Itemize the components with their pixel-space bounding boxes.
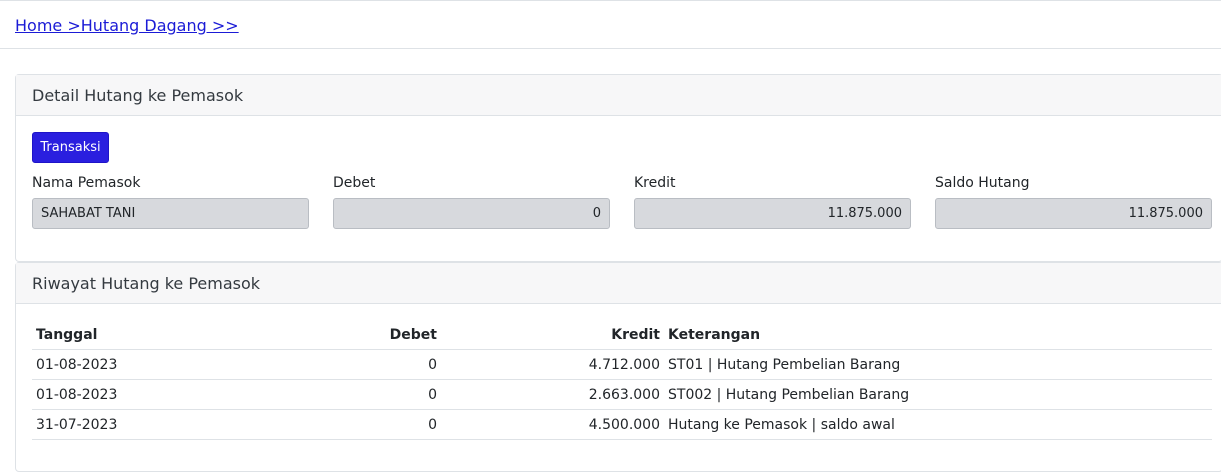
column-header-keterangan: Keterangan bbox=[664, 319, 1212, 350]
kredit-label: Kredit bbox=[634, 175, 676, 191]
history-card: Riwayat Hutang ke Pemasok Tanggal Debet … bbox=[15, 262, 1221, 472]
cell-kredit: 4.500.000 bbox=[441, 409, 664, 440]
cell-debet: 0 bbox=[255, 379, 441, 410]
transaksi-button[interactable]: Transaksi bbox=[32, 132, 109, 163]
column-header-debet: Debet bbox=[255, 319, 441, 350]
table-row: 01-08-2023 0 4.712.000 ST01 | Hutang Pem… bbox=[32, 349, 1212, 380]
table-row: 31-07-2023 0 4.500.000 Hutang ke Pemasok… bbox=[32, 409, 1212, 440]
history-table: Tanggal Debet Kredit Keterangan 01-08-20… bbox=[32, 319, 1212, 440]
detail-card: Detail Hutang ke Pemasok Transaksi Nama … bbox=[15, 74, 1221, 262]
cell-debet: 0 bbox=[255, 349, 441, 380]
debet-label: Debet bbox=[333, 175, 376, 191]
nama-pemasok-input[interactable] bbox=[32, 198, 309, 229]
table-header-row: Tanggal Debet Kredit Keterangan bbox=[32, 319, 1212, 350]
kredit-input[interactable] bbox=[634, 198, 911, 229]
nama-pemasok-field: Nama Pemasok bbox=[32, 175, 309, 229]
kredit-field: Kredit bbox=[634, 175, 911, 229]
cell-debet: 0 bbox=[255, 409, 441, 440]
breadcrumb[interactable]: Home >Hutang Dagang >> bbox=[15, 16, 239, 35]
saldo-hutang-field: Saldo Hutang bbox=[935, 175, 1212, 229]
cell-tanggal: 01-08-2023 bbox=[32, 349, 255, 380]
cell-kredit: 4.712.000 bbox=[441, 349, 664, 380]
saldo-hutang-label: Saldo Hutang bbox=[935, 175, 1030, 191]
debet-field: Debet bbox=[333, 175, 610, 229]
cell-keterangan: ST01 | Hutang Pembelian Barang bbox=[664, 349, 1212, 380]
cell-kredit: 2.663.000 bbox=[441, 379, 664, 410]
cell-tanggal: 01-08-2023 bbox=[32, 379, 255, 410]
table-row: 01-08-2023 0 2.663.000 ST002 | Hutang Pe… bbox=[32, 379, 1212, 410]
debet-input[interactable] bbox=[333, 198, 610, 229]
column-header-kredit: Kredit bbox=[441, 319, 664, 350]
breadcrumb-bar: Home >Hutang Dagang >> bbox=[0, 1, 1221, 49]
cell-keterangan: Hutang ke Pemasok | saldo awal bbox=[664, 409, 1212, 440]
detail-card-title: Detail Hutang ke Pemasok bbox=[16, 75, 1221, 116]
cell-keterangan: ST002 | Hutang Pembelian Barang bbox=[664, 379, 1212, 410]
saldo-hutang-input[interactable] bbox=[935, 198, 1212, 229]
nama-pemasok-label: Nama Pemasok bbox=[32, 175, 141, 191]
cell-tanggal: 31-07-2023 bbox=[32, 409, 255, 440]
column-header-tanggal: Tanggal bbox=[32, 319, 255, 350]
history-card-title: Riwayat Hutang ke Pemasok bbox=[16, 263, 1221, 304]
